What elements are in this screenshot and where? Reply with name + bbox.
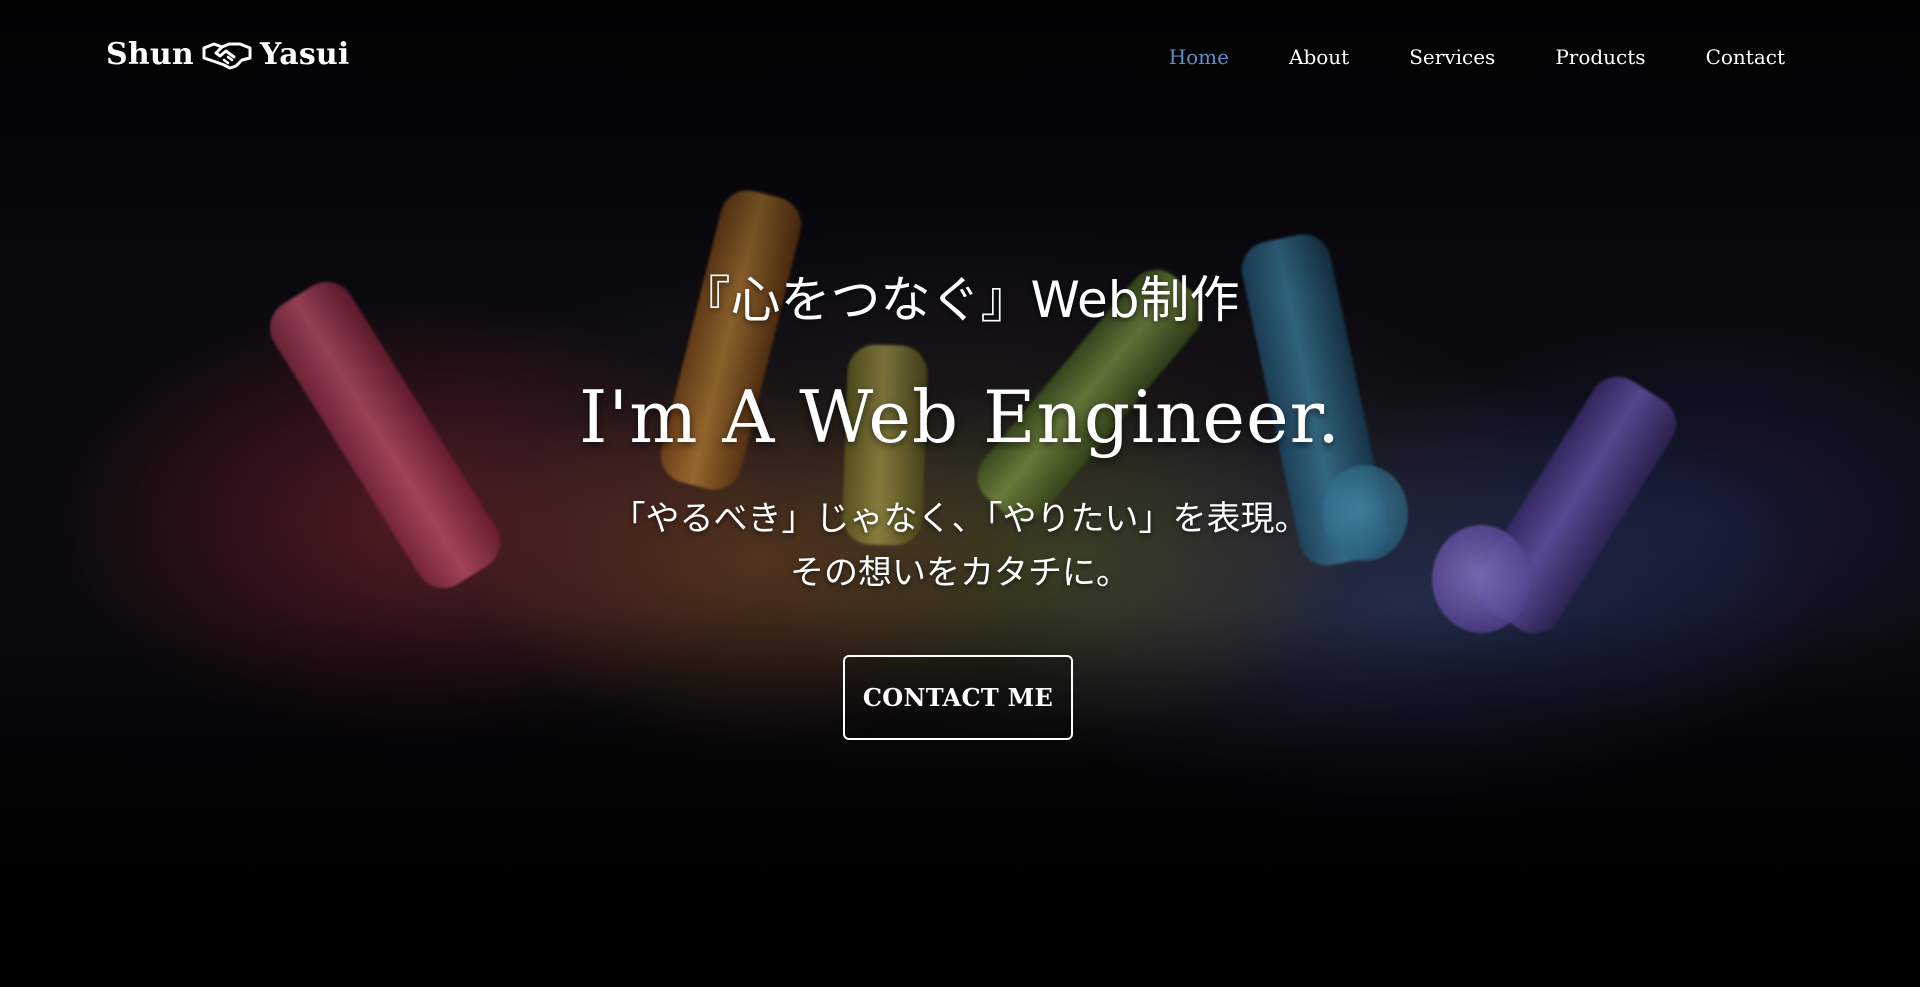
contact-me-button[interactable]: CONTACT ME [843,655,1073,740]
hero-subtext-line-1: 「やるべき」じゃなく、「やりたい」を表現。 [611,499,1309,539]
nav-item-home[interactable]: Home [1169,44,1229,70]
nav-item-about[interactable]: About [1289,44,1349,70]
logo-last-name: Yasui [259,36,350,72]
nav-item-contact[interactable]: Contact [1706,44,1785,70]
site-logo[interactable]: Shun Yasui [106,34,350,74]
hero-tagline: 『心をつなぐ』Web制作 [680,271,1240,329]
hero-subtext-line-2: その想いをカタチに。 [790,553,1130,593]
hero-headline: I'm A Web Engineer. [578,375,1342,459]
nav-item-products[interactable]: Products [1555,44,1645,70]
nav-item-services[interactable]: Services [1409,44,1495,70]
main-nav: Home About Services Products Contact [1169,44,1785,70]
handshake-icon [202,37,252,71]
hero-content: 『心をつなぐ』Web制作 I'm A Web Engineer. 「やるべき」じ… [0,0,1920,987]
navbar: Shun Yasui Home About Services Products … [0,0,1920,112]
hero-subtext: 「やるべき」じゃなく、「やりたい」を表現。 その想いをカタチに。 [0,492,1920,600]
logo-first-name: Shun [106,36,194,72]
